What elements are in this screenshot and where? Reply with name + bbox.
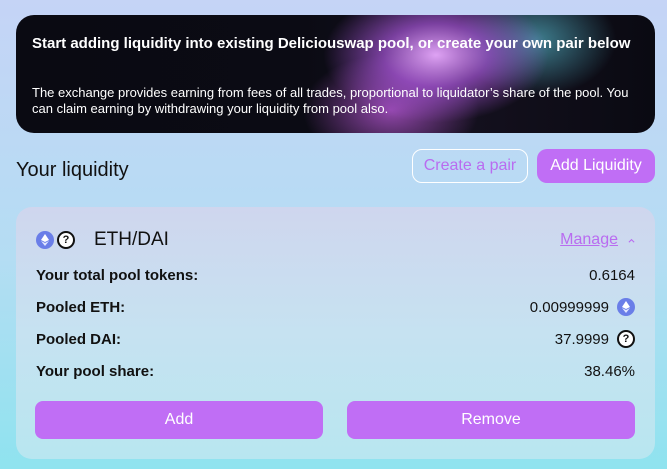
- manage-toggle[interactable]: Manage: [560, 231, 635, 249]
- banner-title: Start adding liquidity into existing Del…: [32, 35, 631, 52]
- banner-description: The exchange provides earning from fees …: [32, 85, 629, 116]
- pool-tokens-row: Your total pool tokens: 0.6164: [36, 265, 635, 285]
- info-banner: Start adding liquidity into existing Del…: [16, 15, 655, 133]
- row-label: Your total pool tokens:: [36, 266, 199, 284]
- pool-share-value: 38.46%: [584, 362, 635, 380]
- eth-icon: [36, 231, 54, 249]
- create-pair-button[interactable]: Create a pair: [412, 149, 528, 183]
- question-icon: ?: [57, 231, 75, 249]
- pair-header: ? ETH/DAI: [36, 229, 169, 251]
- question-icon: ?: [617, 330, 635, 348]
- eth-icon: [617, 298, 635, 316]
- liquidity-position-card: ? ETH/DAI Manage Your total pool tokens:…: [16, 207, 655, 459]
- pooled-dai-value: 37.9999: [554, 330, 609, 348]
- add-button[interactable]: Add: [35, 401, 323, 439]
- pair-name: ETH/DAI: [94, 229, 169, 250]
- row-label: Pooled DAI:: [36, 330, 121, 348]
- pooled-dai-row: Pooled DAI: 37.9999 ?: [36, 329, 635, 349]
- chevron-up-icon[interactable]: [628, 237, 635, 244]
- row-label: Your pool share:: [36, 362, 155, 380]
- row-label: Pooled ETH:: [36, 298, 126, 316]
- add-liquidity-button[interactable]: Add Liquidity: [537, 149, 655, 183]
- manage-label[interactable]: Manage: [560, 231, 618, 249]
- pooled-eth-row: Pooled ETH: 0.00999999: [36, 297, 635, 317]
- pooled-eth-value: 0.00999999: [529, 298, 609, 316]
- pool-share-row: Your pool share: 38.46%: [36, 361, 635, 381]
- remove-button[interactable]: Remove: [347, 401, 635, 439]
- your-liquidity-heading: Your liquidity: [16, 159, 129, 181]
- pool-tokens-value: 0.6164: [589, 266, 635, 284]
